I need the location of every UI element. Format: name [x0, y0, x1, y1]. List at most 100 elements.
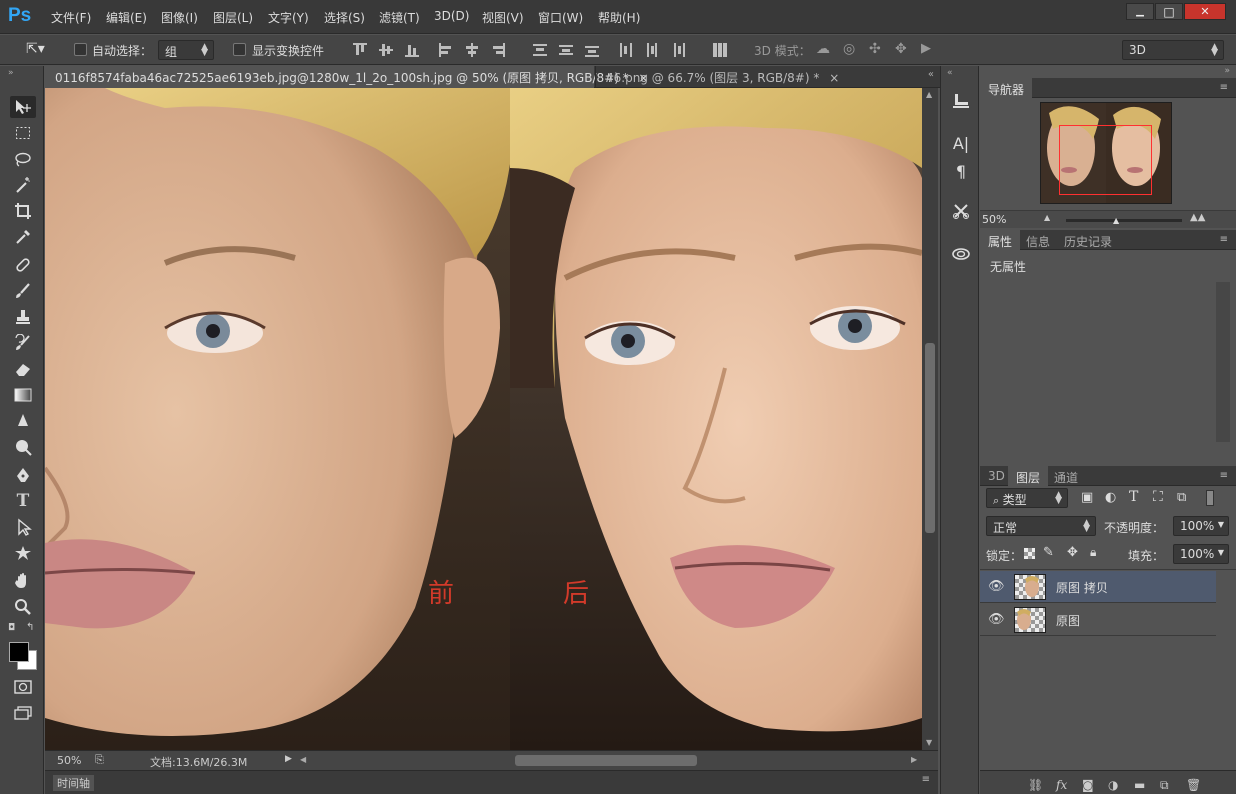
collapse-icon[interactable]: «	[928, 69, 934, 80]
tab-doc-1[interactable]: 0116f8574faba46ac72525ae6193eb.jpg@1280w…	[45, 66, 649, 88]
panel-menu-icon[interactable]: ≡	[1220, 82, 1228, 93]
dodge-tool-icon[interactable]	[10, 436, 36, 458]
marquee-tool-icon[interactable]	[10, 122, 36, 144]
clone-stamp-tool-icon[interactable]	[10, 306, 36, 328]
layer-style-icon[interactable]: fx	[1056, 778, 1067, 792]
fill-field[interactable]: 100% ▼	[1173, 544, 1229, 564]
auto-select-checkbox[interactable]	[74, 43, 87, 56]
scroll-left-icon[interactable]: ◀	[300, 755, 306, 764]
filter-adjustment-icon[interactable]: ◐	[1105, 490, 1116, 505]
3d-rotate-icon[interactable]: ☁	[816, 41, 830, 57]
vertical-scrollbar[interactable]: ▲ ▼	[922, 88, 938, 750]
menu-file[interactable]: 文件(F)	[51, 9, 91, 26]
zoom-in-icon[interactable]: ▲▲	[1190, 212, 1205, 223]
move-tool-icon[interactable]	[10, 96, 36, 118]
lock-position-icon[interactable]: ✥	[1067, 545, 1078, 560]
tab-history[interactable]: 历史记录	[1056, 230, 1120, 250]
menu-layer[interactable]: 图层(L)	[213, 9, 253, 26]
eyedropper-tool-icon[interactable]	[10, 226, 36, 248]
menu-filter[interactable]: 滤镜(T)	[379, 9, 420, 26]
horizontal-scroll-thumb[interactable]	[515, 755, 697, 766]
history-brush-tool-icon[interactable]	[10, 332, 36, 354]
link-layers-icon[interactable]: ⛓	[1028, 778, 1043, 792]
creative-cloud-icon[interactable]	[950, 242, 972, 264]
path-selection-tool-icon[interactable]	[10, 516, 36, 538]
3d-slide-icon[interactable]: ✥	[895, 41, 907, 57]
visibility-eye-icon[interactable]: 👁︎	[988, 612, 1005, 627]
3d-scale-icon[interactable]: ▶	[921, 41, 931, 56]
crop-tool-icon[interactable]	[10, 200, 36, 222]
layer-row[interactable]: 👁︎ 原图 拷贝	[980, 571, 1216, 603]
panel-menu-icon[interactable]: ≡	[922, 774, 930, 785]
collapse-icon[interactable]: »	[8, 68, 14, 78]
scroll-up-icon[interactable]: ▲	[926, 90, 932, 99]
layer-name[interactable]: 原图	[1056, 612, 1080, 629]
menu-view[interactable]: 视图(V)	[482, 9, 524, 26]
close-tab-icon[interactable]: ×	[829, 71, 839, 85]
blur-tool-icon[interactable]	[10, 410, 36, 432]
navigator-thumbnail[interactable]	[1040, 102, 1172, 204]
move-tool-preset-icon[interactable]: ⇱▾	[26, 41, 45, 57]
navigator-zoom-slider[interactable]	[1066, 219, 1182, 222]
properties-scrollbar[interactable]	[1216, 282, 1230, 442]
3d-drag-icon[interactable]: ✣	[869, 41, 881, 57]
new-group-icon[interactable]: ▬	[1134, 778, 1145, 792]
collapse-icon[interactable]: »	[1224, 66, 1230, 76]
hand-tool-icon[interactable]	[10, 570, 36, 592]
align-hcenter-icon[interactable]	[465, 43, 479, 57]
blend-mode-dropdown[interactable]: 正常 ▲ ▼	[986, 516, 1096, 536]
zoom-tool-icon[interactable]	[10, 596, 36, 618]
tab-info[interactable]: 信息	[1018, 230, 1058, 250]
tab-channels[interactable]: 通道	[1046, 466, 1086, 486]
document-canvas[interactable]: 前 后	[45, 88, 922, 750]
filter-type-icon[interactable]: T	[1129, 489, 1138, 505]
lock-transparent-icon[interactable]	[1024, 548, 1035, 559]
menu-3d[interactable]: 3D(D)	[434, 9, 469, 23]
share-icon[interactable]: ⎘	[95, 753, 104, 767]
menu-help[interactable]: 帮助(H)	[598, 9, 640, 26]
tab-navigator[interactable]: 导航器	[980, 78, 1033, 98]
align-left-icon[interactable]	[439, 43, 453, 57]
timeline-tab[interactable]: 时间轴	[53, 775, 94, 791]
lock-all-icon[interactable]: 🔒︎	[1090, 545, 1096, 560]
layer-row[interactable]: 👁︎ 原图	[980, 604, 1216, 636]
magic-wand-tool-icon[interactable]	[10, 174, 36, 196]
foreground-color-swatch[interactable]	[9, 642, 29, 662]
align-right-icon[interactable]	[491, 43, 505, 57]
quick-mask-icon[interactable]	[10, 676, 36, 698]
maximize-button[interactable]: □	[1155, 3, 1183, 20]
filter-shape-icon[interactable]: ⛶	[1153, 489, 1163, 505]
new-layer-icon[interactable]: ⧉	[1160, 778, 1169, 793]
swap-colors-icon[interactable]: ↰	[26, 622, 34, 633]
vertical-scroll-thumb[interactable]	[925, 343, 935, 533]
screen-mode-icon[interactable]	[10, 702, 36, 724]
menu-edit[interactable]: 编辑(E)	[106, 9, 147, 26]
distribute-vcenter-icon[interactable]	[559, 43, 573, 57]
auto-align-icon[interactable]	[713, 43, 727, 57]
type-tool-icon[interactable]: T	[10, 490, 36, 512]
menu-type[interactable]: 文字(Y)	[268, 9, 309, 26]
brush-tool-icon[interactable]	[10, 280, 36, 302]
distribute-hcenter-icon[interactable]	[645, 43, 659, 57]
3d-roll-icon[interactable]: ◎	[843, 41, 855, 57]
lock-paint-icon[interactable]: ✎	[1043, 545, 1054, 560]
healing-brush-tool-icon[interactable]	[10, 254, 36, 276]
history-panel-icon[interactable]	[950, 90, 972, 112]
menu-image[interactable]: 图像(I)	[161, 9, 198, 26]
workspace-dropdown[interactable]: 3D ▲ ▼	[1122, 40, 1224, 60]
collapse-icon[interactable]: «	[947, 68, 953, 78]
navigator-zoom-value[interactable]: 50%	[982, 213, 1006, 226]
visibility-eye-icon[interactable]: 👁︎	[988, 579, 1005, 594]
menu-window[interactable]: 窗口(W)	[538, 9, 583, 26]
zoom-out-icon[interactable]: ▲	[1044, 213, 1050, 222]
distribute-bottom-icon[interactable]	[585, 43, 599, 57]
scroll-right-icon[interactable]: ▶	[911, 755, 917, 764]
eraser-tool-icon[interactable]	[10, 358, 36, 380]
character-panel-icon[interactable]: A|	[950, 132, 972, 154]
filter-smart-object-icon[interactable]: ⧉	[1177, 490, 1186, 505]
zoom-slider-handle[interactable]: ▲	[1113, 216, 1119, 225]
minimize-button[interactable]: ▁	[1126, 3, 1154, 20]
panel-menu-icon[interactable]: ≡	[1220, 234, 1228, 245]
panel-menu-icon[interactable]: ≡	[1220, 470, 1228, 481]
distribute-left-icon[interactable]	[619, 43, 633, 57]
